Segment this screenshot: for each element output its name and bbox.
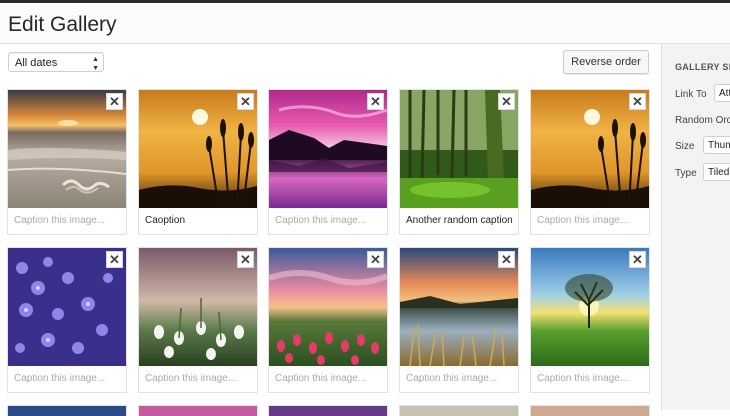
gallery-item[interactable]: ✕ Caption this image... — [7, 247, 127, 393]
remove-image-button[interactable]: ✕ — [367, 93, 384, 110]
gallery-item-partial[interactable] — [7, 405, 127, 416]
remove-image-button[interactable]: ✕ — [629, 251, 646, 268]
gallery-item-partial[interactable] — [399, 405, 519, 416]
gallery-thumbnail[interactable]: ✕ — [139, 248, 257, 366]
page-title: Edit Gallery — [8, 13, 117, 36]
remove-image-button[interactable]: ✕ — [629, 93, 646, 110]
gallery-settings-panel: GALLERY SETTINGS Link To Attachment Page… — [661, 44, 730, 410]
gallery-item[interactable]: ✕ Caption this image... — [530, 247, 650, 393]
reverse-order-button[interactable]: Reverse order — [563, 50, 649, 74]
remove-image-button[interactable]: ✕ — [498, 93, 515, 110]
gallery-thumbnail[interactable]: ✕ — [531, 248, 649, 366]
gallery-thumbnail[interactable]: ✕ — [531, 90, 649, 208]
remove-image-button[interactable]: ✕ — [106, 93, 123, 110]
remove-image-button[interactable]: ✕ — [237, 93, 254, 110]
caption-input[interactable]: Caption this image... — [269, 366, 387, 392]
gallery-item-partial[interactable] — [530, 405, 650, 416]
gallery-thumbnail[interactable]: ✕ — [400, 90, 518, 208]
gallery-thumbnail[interactable]: ✕ — [269, 248, 387, 366]
gallery-item[interactable]: ✕ Caption this image... — [138, 247, 258, 393]
modal-header: Edit Gallery — [0, 3, 730, 44]
gallery-item[interactable]: ✕ Caption this image... — [399, 247, 519, 393]
remove-image-button[interactable]: ✕ — [367, 251, 384, 268]
link-to-select[interactable]: Attachment Page — [714, 84, 730, 102]
type-select[interactable]: Tiled Mosaic — [703, 163, 730, 181]
link-to-label: Link To — [675, 89, 707, 100]
caption-input[interactable]: Caption this image... — [139, 366, 257, 392]
size-select[interactable]: Thumbnail — [703, 136, 730, 154]
gallery-item[interactable]: ✕ Caption this image... — [7, 89, 127, 235]
caption-input[interactable]: Caption this image... — [8, 366, 126, 392]
gallery-item[interactable]: ✕ Caoption — [138, 89, 258, 235]
gallery-item[interactable]: ✕ Another random caption — [399, 89, 519, 235]
gallery-item[interactable]: ✕ Caption this image... — [268, 89, 388, 235]
caption-input[interactable]: Caoption — [139, 208, 257, 234]
type-label: Type — [675, 168, 697, 179]
gallery-thumbnail[interactable]: ✕ — [139, 90, 257, 208]
gallery-thumbnail[interactable]: ✕ — [8, 248, 126, 366]
date-filter-value: All dates — [15, 57, 58, 69]
select-arrows-icon: ▲ ▼ — [92, 56, 99, 72]
random-order-label: Random Order — [675, 115, 730, 126]
gallery-item[interactable]: ✕ Caption this image... — [268, 247, 388, 393]
remove-image-button[interactable]: ✕ — [237, 251, 254, 268]
size-label: Size — [675, 141, 695, 152]
gallery-item-partial[interactable] — [268, 405, 388, 416]
gallery-thumbnail[interactable]: ✕ — [269, 90, 387, 208]
caption-input[interactable]: Caption this image... — [269, 208, 387, 234]
caption-input[interactable]: Caption this image... — [531, 366, 649, 392]
caption-input[interactable]: Another random caption — [400, 208, 518, 234]
gallery-thumbnail[interactable]: ✕ — [400, 248, 518, 366]
caption-input[interactable]: Caption this image... — [531, 208, 649, 234]
settings-title: GALLERY SETTINGS — [675, 62, 730, 72]
gallery-item-partial[interactable] — [138, 405, 258, 416]
gallery-thumbnail[interactable]: ✕ — [8, 90, 126, 208]
gallery-item[interactable]: ✕ Caption this image... — [530, 89, 650, 235]
remove-image-button[interactable]: ✕ — [106, 251, 123, 268]
caption-input[interactable]: Caption this image... — [400, 366, 518, 392]
gallery-main: All dates ▲ ▼ Reverse order ✕ Caption thi… — [0, 44, 660, 416]
remove-image-button[interactable]: ✕ — [498, 251, 515, 268]
caption-input[interactable]: Caption this image... — [8, 208, 126, 234]
date-filter-select[interactable]: All dates ▲ ▼ — [8, 52, 104, 72]
